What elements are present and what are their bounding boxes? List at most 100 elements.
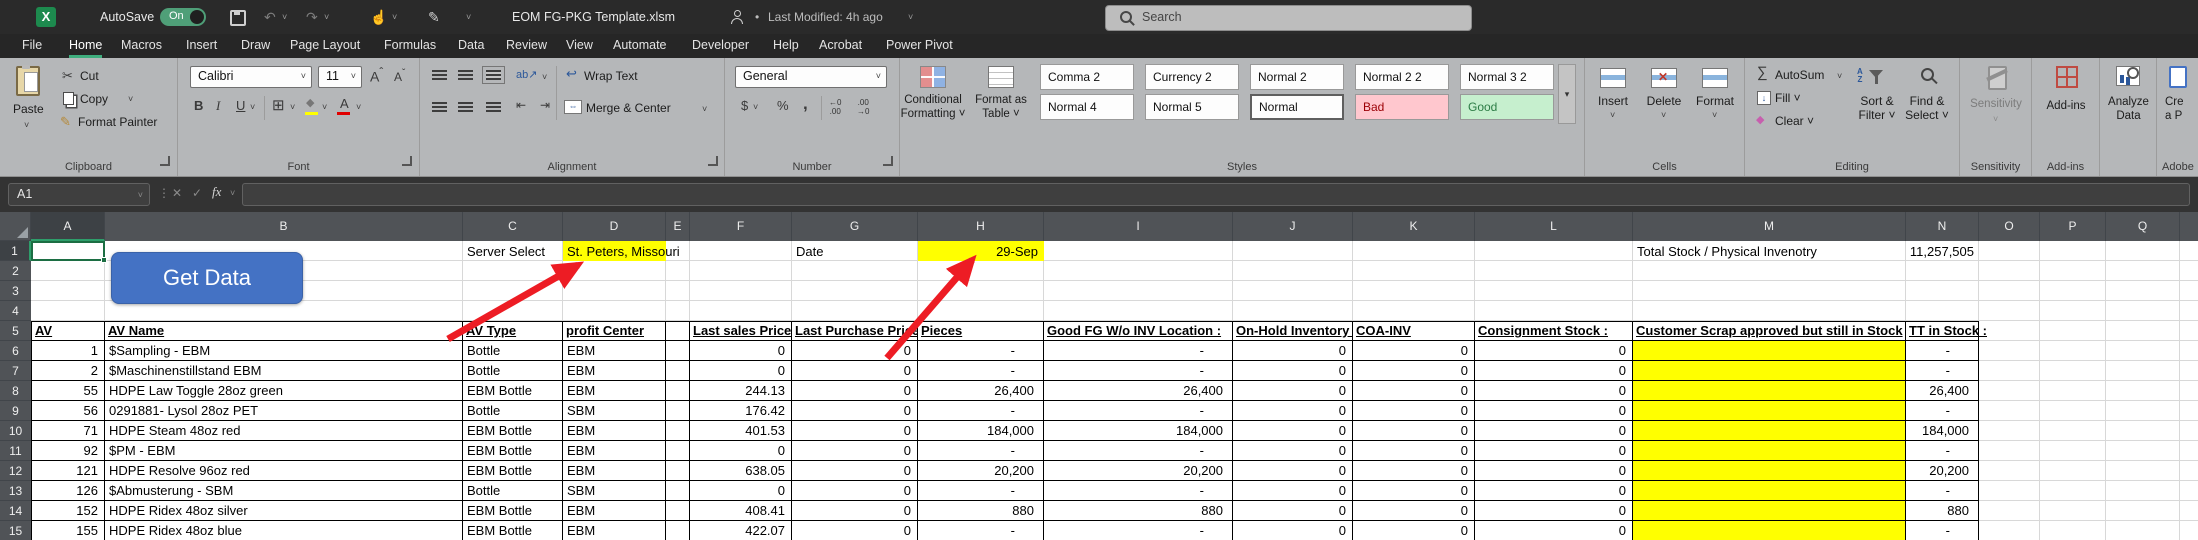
font-color-icon[interactable]: A [340, 96, 349, 111]
get-data-button[interactable]: Get Data [111, 252, 303, 304]
cell-j7[interactable]: 0 [1233, 361, 1353, 381]
style-chip-normal-5[interactable]: Normal 5 [1145, 94, 1239, 120]
decrease-decimal-icon[interactable]: .00 →0 [857, 98, 869, 116]
row-header-10[interactable]: 10 [0, 421, 31, 441]
currency-button[interactable]: $ [741, 98, 748, 113]
cell-h6[interactable]: - [918, 341, 1044, 361]
borders-chevron-icon[interactable]: ˅ [290, 102, 295, 112]
cell-k9[interactable]: 0 [1353, 401, 1475, 421]
cell-h11[interactable]: - [918, 441, 1044, 461]
table-header-l5[interactable]: Consignment Stock : [1475, 321, 1633, 341]
cell-b8[interactable]: HDPE Law Toggle 28oz green [105, 381, 463, 401]
table-header-n5[interactable]: TT in Stock : [1906, 321, 1979, 341]
style-chip-normal-4[interactable]: Normal 4 [1040, 94, 1134, 120]
cell-e12[interactable] [666, 461, 690, 481]
cell-k14[interactable]: 0 [1353, 501, 1475, 521]
col-header-n[interactable]: N [1906, 212, 1979, 241]
tab-page-layout[interactable]: Page Layout [290, 34, 360, 55]
table-header-c5[interactable]: AV Type [463, 321, 563, 341]
col-header-d[interactable]: D [563, 212, 666, 241]
col-header-b[interactable]: B [105, 212, 463, 241]
cell-n13[interactable]: - [1906, 481, 1979, 501]
autosave-toggle[interactable]: On [160, 8, 206, 26]
fill-color-icon[interactable]: ◆ [306, 96, 314, 109]
delete-chevron-icon[interactable]: ˅ [1661, 110, 1666, 120]
cell-c9[interactable]: Bottle [463, 401, 563, 421]
col-header-p[interactable]: P [2040, 212, 2106, 241]
cell-i13[interactable]: - [1044, 481, 1233, 501]
number-dialog-launcher[interactable] [883, 156, 893, 166]
cell-e11[interactable] [666, 441, 690, 461]
cell-k13[interactable]: 0 [1353, 481, 1475, 501]
cell-f13[interactable]: 0 [690, 481, 792, 501]
copy-chevron-icon[interactable]: ˅ [128, 94, 133, 104]
cell-k6[interactable]: 0 [1353, 341, 1475, 361]
cell-j6[interactable]: 0 [1233, 341, 1353, 361]
cell-n9[interactable]: - [1906, 401, 1979, 421]
cell-e13[interactable] [666, 481, 690, 501]
style-chip-normal-2[interactable]: Normal 2 [1250, 64, 1344, 90]
spreadsheet-grid[interactable]: ABCDEFGHIJKLMNOPQ123456789101112131415Se… [0, 212, 2198, 540]
underline-chevron-icon[interactable]: ˅ [250, 102, 255, 112]
cell-m15[interactable] [1633, 521, 1906, 540]
conditional-formatting-button[interactable]: Conditional [900, 94, 966, 106]
cell-f14[interactable]: 408.41 [690, 501, 792, 521]
cell-e9[interactable] [666, 401, 690, 421]
name-box[interactable]: A1 ˅ [8, 183, 150, 206]
decrease-indent-icon[interactable]: ⇤ [516, 98, 526, 112]
paste-chevron-icon[interactable]: ˅ [24, 120, 29, 130]
cell-j9[interactable]: 0 [1233, 401, 1353, 421]
cell-i6[interactable]: - [1044, 341, 1233, 361]
cell-a13[interactable]: 126 [31, 481, 105, 501]
ink-pen-icon[interactable]: ✎ [428, 0, 440, 34]
cell-f7[interactable]: 0 [690, 361, 792, 381]
cell-b7[interactable]: $Maschinenstillstand EBM [105, 361, 463, 381]
increase-indent-icon[interactable]: ⇥ [540, 98, 550, 112]
cell-n6[interactable]: - [1906, 341, 1979, 361]
cell-n10[interactable]: 184,000 [1906, 421, 1979, 441]
cell-m14[interactable] [1633, 501, 1906, 521]
table-header-b5[interactable]: AV Name [105, 321, 463, 341]
sort-filter-button[interactable]: Sort & [1851, 94, 1903, 108]
tab-formulas[interactable]: Formulas [384, 34, 436, 55]
cell-g14[interactable]: 0 [792, 501, 918, 521]
find-select-button-2[interactable]: Select ˅ [1901, 108, 1953, 122]
cell-j11[interactable]: 0 [1233, 441, 1353, 461]
cell-k10[interactable]: 0 [1353, 421, 1475, 441]
col-header-q[interactable]: Q [2106, 212, 2180, 241]
cut-button[interactable]: Cut [80, 69, 99, 83]
delete-cells-button[interactable]: Delete [1636, 94, 1692, 108]
decrease-font-icon[interactable]: Aˇ [394, 68, 405, 84]
col-header-extra[interactable] [2180, 212, 2198, 241]
cell-i8[interactable]: 26,400 [1044, 381, 1233, 401]
italic-button[interactable]: I [216, 98, 220, 114]
tab-developer[interactable]: Developer [692, 34, 749, 55]
row-header-8[interactable]: 8 [0, 381, 31, 401]
cell-l9[interactable]: 0 [1475, 401, 1633, 421]
col-header-i[interactable]: I [1044, 212, 1233, 241]
style-chip-currency-2[interactable]: Currency 2 [1145, 64, 1239, 90]
redo-icon[interactable]: ↷ [306, 0, 318, 34]
tab-view[interactable]: View [566, 34, 593, 55]
create-pdf-button-2[interactable]: a P [2165, 110, 2182, 122]
tab-data[interactable]: Data [458, 34, 484, 55]
row-header-13[interactable]: 13 [0, 481, 31, 501]
cell-h7[interactable]: - [918, 361, 1044, 381]
cell-n15[interactable]: - [1906, 521, 1979, 540]
undo-chevron-icon[interactable]: ˅ [282, 0, 287, 34]
cell-c10[interactable]: EBM Bottle [463, 421, 563, 441]
autosum-button[interactable]: AutoSum [1775, 68, 1824, 82]
table-header-i5[interactable]: Good FG W/o INV Location : [1044, 321, 1233, 341]
cell-b9[interactable]: 0291881- Lysol 28oz PET [105, 401, 463, 421]
last-modified-chevron-icon[interactable]: ˅ [908, 0, 913, 34]
cell-a9[interactable]: 56 [31, 401, 105, 421]
row-header-7[interactable]: 7 [0, 361, 31, 381]
underline-button[interactable]: U [236, 98, 245, 113]
table-header-m5[interactable]: Customer Scrap approved but still in Sto… [1633, 321, 1906, 341]
analyze-data-button-2[interactable]: Data [2100, 110, 2157, 122]
cell-m6[interactable] [1633, 341, 1906, 361]
undo-icon[interactable]: ↶ [264, 0, 276, 34]
format-painter-button[interactable]: Format Painter [78, 115, 157, 129]
row-header-12[interactable]: 12 [0, 461, 31, 481]
tab-draw[interactable]: Draw [241, 34, 270, 55]
